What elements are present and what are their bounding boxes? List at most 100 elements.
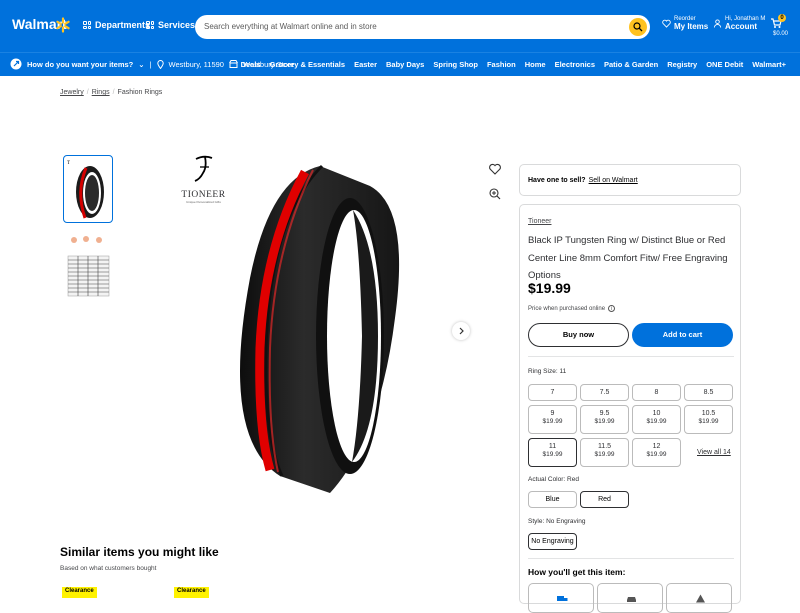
services-button[interactable]: Services — [146, 20, 195, 30]
color-label-text: Actual Color: — [528, 476, 566, 483]
thumbnail-ring-selected[interactable]: T — [63, 155, 113, 223]
cart-button[interactable]: 0 $0.00 — [770, 14, 788, 37]
fulfillment-option-shipping[interactable] — [528, 583, 594, 613]
price-note: Price when purchased online i — [528, 305, 616, 312]
size-option-price: $19.99 — [542, 418, 563, 425]
thumbnail-size-chart[interactable] — [66, 230, 111, 298]
delivery-globe-icon — [10, 58, 22, 70]
breadcrumb-jewelry[interactable]: Jewelry — [60, 89, 84, 96]
fulfillment-heading: How you'll get this item: — [528, 567, 626, 577]
fulfillment-option-delivery[interactable] — [666, 583, 732, 613]
view-all-sizes-link[interactable]: View all 14 — [697, 449, 731, 456]
nav-home[interactable]: Home — [525, 60, 546, 69]
size-option-label: 8 — [654, 389, 659, 396]
fulfillment-option-pickup[interactable] — [597, 583, 663, 613]
next-image-button[interactable] — [452, 322, 470, 340]
size-option-10-5[interactable]: 10.5 $19.99 — [684, 405, 733, 434]
size-option-label: 10.5 — [701, 410, 716, 417]
size-option-price: $19.99 — [594, 418, 615, 425]
size-option-8[interactable]: 8 — [632, 384, 681, 401]
product-price: $19.99 — [528, 280, 571, 296]
nav-electronics[interactable]: Electronics — [555, 60, 595, 69]
secondary-nav-bar: How do you want your items? ⌄ | Westbury… — [0, 52, 800, 76]
breadcrumb: Jewelry / Rings / Fashion Rings — [60, 89, 162, 96]
nav-easter[interactable]: Easter — [354, 60, 377, 69]
location-pin-icon — [156, 59, 164, 69]
size-option-label: 10 — [652, 410, 661, 417]
size-option-label: 7.5 — [599, 389, 610, 396]
chevron-right-icon — [459, 327, 464, 335]
favorite-button[interactable] — [486, 160, 504, 178]
sell-on-walmart-link[interactable]: Sell on Walmart — [589, 177, 638, 184]
nav-spring-shop[interactable]: Spring Shop — [433, 60, 478, 69]
add-to-cart-button[interactable]: Add to cart — [632, 323, 733, 347]
size-option-label: 11 — [548, 443, 557, 450]
divider — [528, 356, 734, 357]
product-brand-link[interactable]: Tioneer — [528, 218, 551, 225]
location-text: Westbury, 11590 — [168, 59, 224, 69]
nav-walmart-plus[interactable]: Walmart+ — [752, 60, 786, 69]
cart-count-badge: 0 — [778, 14, 786, 22]
info-icon[interactable]: i — [608, 305, 616, 312]
nav-grocery-essentials[interactable]: Grocery & Essentials — [270, 60, 345, 69]
size-option-label: 9 — [550, 410, 555, 417]
zoom-button[interactable] — [486, 185, 504, 203]
ring-size-label-text: Ring Size: — [528, 368, 558, 375]
size-option-label: 7 — [550, 389, 555, 396]
nav-one-debit[interactable]: ONE Debit — [706, 60, 743, 69]
product-info-panel: Tioneer Black IP Tungsten Ring w/ Distin… — [519, 204, 741, 613]
size-chart-thumbnail-image — [67, 236, 110, 297]
divider — [528, 558, 734, 559]
walmart-spark-icon[interactable] — [55, 17, 71, 33]
breadcrumb-current: Fashion Rings — [117, 89, 163, 96]
nav-baby-days[interactable]: Baby Days — [386, 60, 424, 69]
size-option-7[interactable]: 7 — [528, 384, 577, 401]
size-option-price: $19.99 — [646, 451, 667, 458]
size-option-label: 9.5 — [599, 410, 610, 417]
similar-items-heading: Similar items you might like — [60, 545, 219, 559]
size-option-9[interactable]: 9 $19.99 — [528, 405, 577, 434]
delivery-icon — [696, 594, 705, 603]
nav-deals[interactable]: Deals — [241, 60, 261, 69]
nav-patio-garden[interactable]: Patio & Garden — [604, 60, 658, 69]
breadcrumb-separator: / — [112, 89, 115, 96]
departments-button[interactable]: Departments — [83, 20, 150, 30]
clearance-badge: Clearance — [62, 587, 97, 598]
color-label: Actual Color: Red — [528, 476, 579, 483]
size-option-label: 11.5 — [597, 443, 612, 450]
size-option-price: $19.99 — [594, 451, 615, 458]
size-option-9-5[interactable]: 9.5 $19.99 — [580, 405, 629, 434]
zoom-in-icon — [489, 188, 501, 200]
clearance-badge: Clearance — [174, 587, 209, 598]
buy-now-button[interactable]: Buy now — [528, 323, 629, 347]
size-option-12[interactable]: 12 $19.99 — [632, 438, 681, 467]
breadcrumb-rings[interactable]: Rings — [92, 89, 110, 96]
style-option-no-engraving-selected[interactable]: No Engraving — [528, 533, 577, 550]
heart-icon — [489, 163, 501, 175]
delivery-prompt: How do you want your items? — [27, 59, 134, 69]
search-input[interactable]: Search everything at Walmart online and … — [195, 15, 650, 39]
reorder-my-items[interactable]: Reorder My Items — [662, 16, 708, 31]
nav-fashion[interactable]: Fashion — [487, 60, 516, 69]
sell-prompt: Have one to sell? — [528, 177, 586, 184]
size-option-8-5[interactable]: 8.5 — [684, 384, 733, 401]
nav-registry[interactable]: Registry — [667, 60, 697, 69]
size-option-7-5[interactable]: 7.5 — [580, 384, 629, 401]
similar-items-subtitle: Based on what customers bought — [60, 565, 157, 572]
chevron-down-icon: ⌄ — [138, 59, 145, 69]
account-menu[interactable]: Hi, Jonathan M Account — [713, 16, 765, 31]
style-label-text: Style: — [528, 518, 545, 525]
ring-size-value: 11 — [559, 368, 567, 375]
category-nav: Deals Grocery & Essentials Easter Baby D… — [241, 60, 786, 69]
search-button[interactable] — [629, 18, 647, 36]
size-option-price: $19.99 — [542, 451, 563, 458]
size-option-10[interactable]: 10 $19.99 — [632, 405, 681, 434]
color-option-red-selected[interactable]: Red — [580, 491, 629, 508]
size-option-label: 8.5 — [703, 389, 714, 396]
color-option-blue[interactable]: Blue — [528, 491, 577, 508]
departments-grid-icon — [83, 21, 91, 29]
svg-text:T: T — [67, 161, 70, 166]
size-option-11-5[interactable]: 11.5 $19.99 — [580, 438, 629, 467]
size-option-11-selected[interactable]: 11 $19.99 — [528, 438, 577, 467]
pickup-car-icon — [627, 597, 636, 602]
